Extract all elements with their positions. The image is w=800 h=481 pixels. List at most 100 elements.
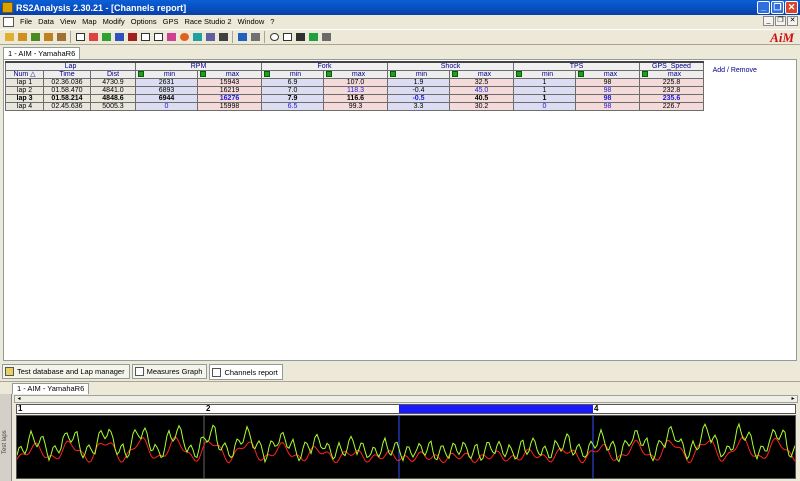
header-shock-min[interactable]: min xyxy=(387,70,450,79)
header-tps[interactable]: TPS xyxy=(513,61,640,71)
enabled-square-icon xyxy=(200,71,206,77)
rpm-min-cell: 2631 xyxy=(135,78,198,87)
time-scrollbar[interactable]: ◂ ▸ xyxy=(14,395,798,403)
upload-icon[interactable] xyxy=(42,31,54,43)
header-gps-speed[interactable]: GPS_Speed xyxy=(639,61,704,71)
menu-view[interactable]: View xyxy=(57,17,79,26)
print-preview-icon[interactable] xyxy=(236,31,248,43)
dist-cell: 4848.6 xyxy=(90,94,136,103)
bookmark-icon[interactable] xyxy=(126,31,138,43)
menu-help[interactable]: ? xyxy=(267,17,277,26)
chart-line-icon[interactable] xyxy=(87,31,99,43)
enabled-square-icon xyxy=(642,71,648,77)
header-time[interactable]: Time xyxy=(43,70,91,79)
tps-max-cell: 98 xyxy=(575,94,640,103)
restore-button[interactable]: ❐ xyxy=(771,1,784,14)
header-fork[interactable]: Fork xyxy=(261,61,388,71)
header-lap[interactable]: Lap xyxy=(5,61,136,71)
shock-max-cell: 45.0 xyxy=(449,86,514,95)
table-icon[interactable] xyxy=(139,31,151,43)
tab-measures-graph[interactable]: Measures Graph xyxy=(131,364,208,379)
open-folder-icon[interactable] xyxy=(3,31,15,43)
clock-icon[interactable] xyxy=(268,31,280,43)
document-tabs: 1 - AIM - YamahaR6 xyxy=(3,47,81,59)
tps-min-cell: 0 xyxy=(513,102,576,111)
tab-label: Test database and Lap manager xyxy=(17,367,125,376)
enabled-square-icon xyxy=(390,71,396,77)
excel-icon[interactable] xyxy=(307,31,319,43)
menu-data[interactable]: Data xyxy=(35,17,57,26)
header-gps-max[interactable]: max xyxy=(639,70,704,79)
download-icon[interactable] xyxy=(29,31,41,43)
header-tps-max[interactable]: max xyxy=(575,70,640,79)
num-label: Num xyxy=(13,71,29,78)
filter-icon[interactable] xyxy=(294,31,306,43)
math-channel-icon[interactable] xyxy=(204,31,216,43)
header-fork-min[interactable]: min xyxy=(261,70,324,79)
open-test-icon[interactable] xyxy=(16,31,28,43)
lap-overview-graph[interactable] xyxy=(16,415,796,479)
scroll-left-icon[interactable]: ◂ xyxy=(15,396,23,402)
tab-label: Measures Graph xyxy=(146,367,203,376)
track-map-icon[interactable] xyxy=(191,31,203,43)
max-label: max xyxy=(477,71,492,78)
lap-compare-icon[interactable] xyxy=(217,31,229,43)
lap-cell[interactable]: lap 3 xyxy=(5,94,44,103)
mdi-restore-button[interactable]: ❐ xyxy=(775,16,786,26)
menu-options[interactable]: Options xyxy=(128,17,160,26)
header-num[interactable]: Num △ xyxy=(5,70,44,79)
menu-gps[interactable]: GPS xyxy=(160,17,182,26)
add-remove-button[interactable]: Add / Remove xyxy=(703,62,766,79)
graph-icon[interactable] xyxy=(74,31,86,43)
menu-window[interactable]: Window xyxy=(235,17,268,26)
header-rpm[interactable]: RPM xyxy=(135,61,262,71)
lap-cell[interactable]: lap 2 xyxy=(5,86,44,95)
table-row[interactable]: lap 2 01.58.470 4841.0 6893 16219 7.0 11… xyxy=(5,86,766,95)
header-rpm-min[interactable]: min xyxy=(135,70,198,79)
minimize-button[interactable]: _ xyxy=(757,1,770,14)
title-bar: RS2Analysis 2.30.21 - [Channels report] … xyxy=(0,0,800,15)
header-rpm-max[interactable]: max xyxy=(197,70,262,79)
trace-plot xyxy=(17,416,795,478)
mdi-close-button[interactable]: ✕ xyxy=(787,16,798,26)
scroll-right-icon[interactable]: ▸ xyxy=(789,396,797,402)
fork-min-cell: 7.9 xyxy=(261,94,324,103)
lap-cell[interactable]: lap 1 xyxy=(5,78,44,87)
gauge-icon[interactable] xyxy=(178,31,190,43)
export-icon[interactable] xyxy=(55,31,67,43)
header-fork-max[interactable]: max xyxy=(323,70,388,79)
table-row[interactable]: lap 3 01.58.214 4848.6 6944 16276 7.9 11… xyxy=(5,94,766,103)
tab-test-yamaha[interactable]: 1 - AIM - YamahaR6 xyxy=(3,47,81,59)
lap-selector-bar[interactable]: 1 2 4 xyxy=(16,404,796,414)
close-button[interactable]: ✕ xyxy=(785,1,798,14)
document-icon[interactable] xyxy=(3,16,14,27)
print-icon[interactable] xyxy=(249,31,261,43)
table-row[interactable]: lap 4 02.45.636 5005.3 0 15998 6.5 99.3 … xyxy=(5,102,766,111)
lap-cell[interactable]: lap 4 xyxy=(5,102,44,111)
header-tps-min[interactable]: min xyxy=(513,70,576,79)
selected-lap-range[interactable] xyxy=(399,405,593,413)
header-shock-max[interactable]: max xyxy=(449,70,514,79)
menu-race-studio[interactable]: Race Studio 2 xyxy=(181,17,234,26)
xy-plot-icon[interactable] xyxy=(113,31,125,43)
time-cell: 01.58.214 xyxy=(43,94,91,103)
grid-icon[interactable] xyxy=(281,31,293,43)
percent-icon[interactable] xyxy=(320,31,332,43)
histogram-icon[interactable] xyxy=(100,31,112,43)
menu-modify[interactable]: Modify xyxy=(100,17,128,26)
enabled-square-icon xyxy=(578,71,584,77)
header-dist[interactable]: Dist xyxy=(90,70,136,79)
dist-cell: 4841.0 xyxy=(90,86,136,95)
menu-map[interactable]: Map xyxy=(79,17,100,26)
channels-icon[interactable] xyxy=(165,31,177,43)
mdi-controls: _ ❐ ✕ xyxy=(763,16,798,26)
tab-channels-report[interactable]: Channels report xyxy=(209,364,283,380)
lap-browser-tab[interactable]: 1 - AIM - YamahaR6 xyxy=(12,383,90,394)
mdi-minimize-button[interactable]: _ xyxy=(763,16,774,26)
table-row[interactable]: lap 1 02.36.036 4730.9 2631 15943 6.9 10… xyxy=(5,78,766,87)
rpm-min-cell: 6944 xyxy=(135,94,198,103)
menu-file[interactable]: File xyxy=(17,17,35,26)
header-shock[interactable]: Shock xyxy=(387,61,514,71)
report-icon[interactable] xyxy=(152,31,164,43)
tab-test-database[interactable]: Test database and Lap manager xyxy=(2,364,130,379)
